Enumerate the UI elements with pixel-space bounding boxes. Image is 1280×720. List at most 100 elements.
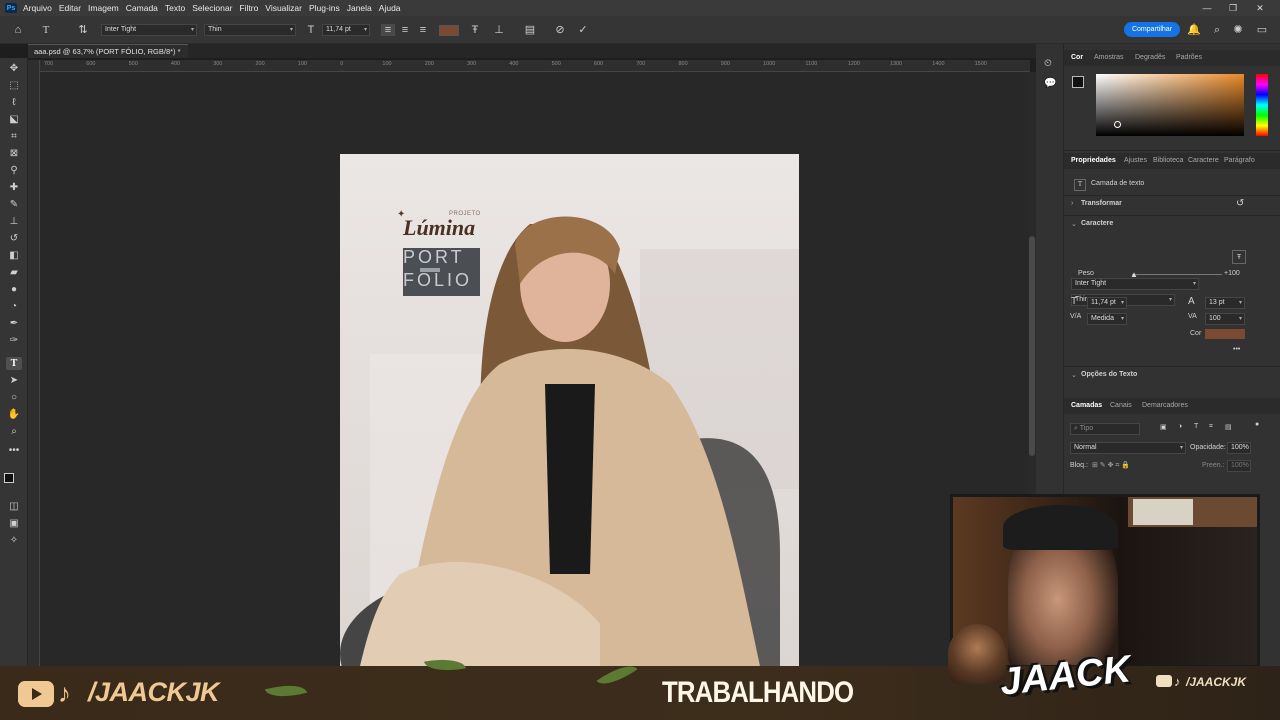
- menu-texto[interactable]: Texto: [165, 3, 185, 13]
- align-center-icon[interactable]: ≡: [398, 24, 412, 36]
- tab-caractere[interactable]: Caractere: [1188, 157, 1219, 164]
- transform-section-label[interactable]: Transformar: [1081, 200, 1122, 207]
- tab-degrades[interactable]: Degradês: [1135, 54, 1165, 61]
- screen-mode-icon[interactable]: ▣: [6, 517, 22, 530]
- fill-field[interactable]: 100%: [1227, 460, 1251, 472]
- hue-slider[interactable]: [1256, 74, 1268, 136]
- discover-icon[interactable]: ✺: [1231, 24, 1245, 36]
- layer-filter-search[interactable]: ⌕ Tipo: [1070, 423, 1140, 435]
- filter-smart-object-icon[interactable]: ▤: [1225, 423, 1232, 431]
- tracking-field[interactable]: 100 ▾: [1205, 313, 1245, 325]
- share-button[interactable]: Compartilhar: [1124, 22, 1180, 37]
- logo-lumina-text[interactable]: Lúmina: [403, 215, 475, 241]
- chevron-down-icon[interactable]: ⌄: [1071, 220, 1077, 228]
- menu-filtro[interactable]: Filtro: [239, 3, 258, 13]
- pen-tool-icon[interactable]: ✒: [6, 317, 22, 330]
- eraser-tool-icon[interactable]: ◧: [6, 249, 22, 262]
- comments-panel-icon[interactable]: 💬: [1044, 78, 1056, 89]
- menu-selecionar[interactable]: Selecionar: [192, 3, 232, 13]
- crop-tool-icon[interactable]: ⌗: [6, 130, 22, 143]
- healing-brush-tool-icon[interactable]: ✚: [6, 181, 22, 194]
- warp-text-icon[interactable]: Ŧ: [468, 24, 482, 36]
- pen-curvature-tool-icon[interactable]: ✑: [6, 334, 22, 347]
- dodge-tool-icon[interactable]: ◔: [6, 300, 22, 313]
- type-tool-icon[interactable]: T: [6, 357, 22, 370]
- clone-stamp-tool-icon[interactable]: ⊥: [6, 215, 22, 228]
- workspace-icon[interactable]: ▭: [1255, 24, 1269, 36]
- marquee-tool-icon[interactable]: ⬚: [6, 79, 22, 92]
- tab-ajustes[interactable]: Ajustes: [1124, 157, 1147, 164]
- chevron-right-icon[interactable]: ›: [1071, 200, 1073, 207]
- search-icon[interactable]: ⌕: [1210, 24, 1224, 36]
- lock-transparent-icon[interactable]: ⊞ ✎ ✥ ⌗ 🔒: [1092, 461, 1130, 470]
- filter-text-icon[interactable]: T: [1194, 423, 1198, 430]
- filter-toggle-icon[interactable]: ●: [1255, 421, 1259, 428]
- history-panel-icon[interactable]: ⏲: [1044, 58, 1052, 69]
- tab-camadas[interactable]: Camadas: [1071, 402, 1102, 409]
- minimize-icon[interactable]: —: [1195, 0, 1219, 16]
- prop-color-swatch[interactable]: [1205, 329, 1245, 339]
- document-tab[interactable]: aaa.psd @ 63,7% (PORT FÓLIO, RGB/8*) * ×: [28, 44, 188, 69]
- menu-ajuda[interactable]: Ajuda: [379, 3, 401, 13]
- tab-amostras[interactable]: Amostras: [1094, 54, 1124, 61]
- bell-icon[interactable]: 🔔: [1187, 24, 1201, 36]
- eyedropper-tool-icon[interactable]: ⚲: [6, 164, 22, 177]
- menu-arquivo[interactable]: Arquivo: [23, 3, 52, 13]
- menu-plugins[interactable]: Plug-ins: [309, 3, 340, 13]
- portfolio-text-line2[interactable]: FÓLIO: [403, 270, 472, 291]
- kerning-field[interactable]: Medida ▾: [1087, 313, 1127, 325]
- menu-editar[interactable]: Editar: [59, 3, 81, 13]
- scrollbar-thumb[interactable]: [1029, 236, 1035, 456]
- tab-biblioteca[interactable]: Biblioteca: [1153, 157, 1183, 164]
- object-select-tool-icon[interactable]: ⬕: [6, 113, 22, 126]
- portfolio-text-line1[interactable]: PORT: [403, 247, 465, 268]
- align-right-icon[interactable]: ≡: [416, 24, 430, 36]
- history-brush-tool-icon[interactable]: ↺: [6, 232, 22, 245]
- menu-visualizar[interactable]: Visualizar: [265, 3, 302, 13]
- restore-icon[interactable]: ❐: [1221, 0, 1245, 16]
- frame-tool-icon[interactable]: ⊠: [6, 147, 22, 160]
- text-on-path-icon[interactable]: ⊥: [492, 24, 506, 36]
- weight-value[interactable]: +100: [1224, 270, 1240, 277]
- zoom-tool-icon[interactable]: ⌕: [6, 425, 22, 438]
- tab-paragrafo[interactable]: Parágrafo: [1224, 157, 1255, 164]
- tab-demarcadores[interactable]: Demarcadores: [1142, 402, 1188, 409]
- chevron-down-icon[interactable]: ⌄: [1071, 371, 1077, 379]
- prop-font-size-field[interactable]: 11,74 pt ▾: [1087, 297, 1127, 309]
- foreground-color-swatch[interactable]: [4, 473, 14, 483]
- panel-foreground-swatch[interactable]: [1072, 76, 1084, 88]
- variable-font-icon[interactable]: Ŧ: [1232, 250, 1246, 264]
- font-style-select[interactable]: Thin ▾: [204, 24, 296, 36]
- leading-field[interactable]: 13 pt ▾: [1205, 297, 1245, 309]
- color-picker-handle[interactable]: [1114, 121, 1121, 128]
- filter-shape-icon[interactable]: ⌗: [1209, 423, 1213, 431]
- more-options-icon[interactable]: •••: [1233, 346, 1240, 353]
- menu-camada[interactable]: Camada: [126, 3, 158, 13]
- filter-adjustment-icon[interactable]: ◑: [1178, 423, 1182, 430]
- cancel-icon[interactable]: ⊘: [553, 24, 567, 36]
- more-tools-icon[interactable]: •••: [6, 444, 22, 457]
- align-left-icon[interactable]: ≡: [381, 24, 395, 36]
- gradient-tool-icon[interactable]: ▰: [6, 266, 22, 279]
- tab-propriedades[interactable]: Propriedades: [1071, 157, 1116, 164]
- tab-canais[interactable]: Canais: [1110, 402, 1132, 409]
- blend-mode-select[interactable]: Normal ▾: [1070, 442, 1186, 454]
- generative-fill-icon[interactable]: ✧: [6, 534, 22, 547]
- tab-cor[interactable]: Cor: [1071, 54, 1083, 61]
- filter-image-icon[interactable]: ▣: [1160, 423, 1167, 431]
- font-size-select[interactable]: 11,74 pt ▾: [322, 24, 370, 36]
- character-section-label[interactable]: Caractere: [1081, 220, 1113, 227]
- hand-tool-icon[interactable]: ✋: [6, 408, 22, 421]
- type-tool-preset-icon[interactable]: T: [39, 24, 53, 36]
- close-icon[interactable]: ✕: [1248, 0, 1272, 16]
- home-icon[interactable]: ⌂: [11, 24, 25, 36]
- opacity-field[interactable]: 100%: [1227, 442, 1251, 454]
- commit-check-icon[interactable]: ✓: [576, 24, 590, 36]
- menu-imagem[interactable]: Imagem: [88, 3, 119, 13]
- tab-padroes[interactable]: Padrões: [1176, 54, 1202, 61]
- blur-tool-icon[interactable]: ●: [6, 283, 22, 296]
- brush-tool-icon[interactable]: ✎: [6, 198, 22, 211]
- character-panel-icon[interactable]: ▤: [523, 24, 537, 36]
- ellipse-tool-icon[interactable]: ○: [6, 391, 22, 404]
- move-tool-icon[interactable]: ✥: [6, 62, 22, 75]
